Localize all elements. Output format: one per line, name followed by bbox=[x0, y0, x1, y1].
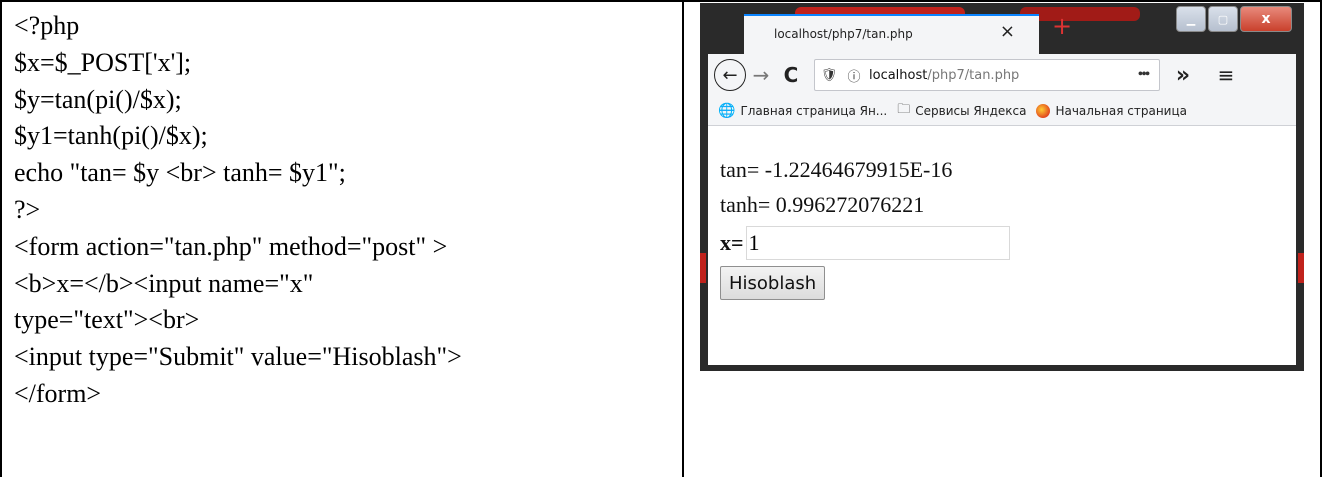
back-arrow-icon[interactable]: ← bbox=[714, 59, 746, 91]
tracking-shield-icon[interactable]: 🛡 bbox=[815, 67, 843, 83]
x-form-row: x= bbox=[720, 226, 1010, 260]
maximize-button[interactable]: ▢ bbox=[1208, 6, 1238, 32]
code-line: type="text"><br> bbox=[14, 305, 200, 335]
code-line: <input type="Submit" value="Hisoblash"> bbox=[14, 342, 462, 372]
code-line: <b>x=</b><input name="x" bbox=[14, 268, 314, 298]
code-line: <form action="tan.php" method="post" > bbox=[14, 231, 448, 261]
bookmark-start-page[interactable]: Начальная страница bbox=[1036, 103, 1187, 118]
hisoblash-button[interactable]: Hisoblash bbox=[720, 266, 826, 300]
code-line: $y1=tanh(pi()/$x); bbox=[14, 121, 208, 151]
tab-title: localhost/php7/tan.php bbox=[774, 27, 913, 41]
window-edge-decoration bbox=[1298, 253, 1304, 283]
table-border-middle bbox=[682, 0, 684, 477]
minimize-button[interactable]: ▁ bbox=[1176, 6, 1206, 32]
table-border-top bbox=[0, 0, 1322, 2]
window-edge-decoration bbox=[700, 253, 706, 283]
bookmarks-toolbar: 🌐 Главная страница Ян... 🗀 Сервисы Яндек… bbox=[708, 96, 1296, 126]
new-tab-icon[interactable]: + bbox=[1052, 14, 1072, 38]
code-line: </form> bbox=[14, 378, 102, 408]
tab-close-icon[interactable]: × bbox=[1000, 21, 1015, 42]
x-input[interactable] bbox=[745, 226, 1010, 260]
url-text[interactable]: localhost/php7/tan.php bbox=[869, 68, 1127, 83]
forward-arrow-icon[interactable]: → bbox=[746, 63, 776, 87]
page-content: tan= -1.22464679915E-16 tanh= 0.99627207… bbox=[708, 126, 1296, 365]
close-window-button[interactable]: x bbox=[1240, 6, 1292, 32]
hamburger-menu-icon[interactable]: ≡ bbox=[1206, 63, 1246, 87]
window-controls: ▁ ▢ x bbox=[1176, 6, 1296, 32]
globe-icon: 🌐 bbox=[718, 102, 736, 119]
code-line: $x=$_POST['x']; bbox=[14, 47, 192, 77]
code-line: $y=tan(pi()/$x); bbox=[14, 84, 182, 114]
table-border-left bbox=[0, 0, 2, 477]
firefox-icon bbox=[1036, 103, 1051, 118]
tanh-output: tanh= 0.996272076221 bbox=[720, 192, 925, 217]
browser-window: localhost/php7/tan.php × + ▁ ▢ x ← → C 🛡… bbox=[700, 3, 1304, 371]
bookmark-label: Сервисы Яндекса bbox=[915, 103, 1027, 118]
code-line: echo "tan= $y <br> tanh= $y1"; bbox=[14, 158, 346, 188]
php-code-listing: <?php $x=$_POST['x']; $y=tan(pi()/$x); $… bbox=[14, 8, 678, 413]
x-label: x= bbox=[720, 230, 744, 255]
site-info-icon[interactable]: ⓘ bbox=[843, 66, 865, 85]
tan-output: tan= -1.22464679915E-16 bbox=[720, 157, 953, 182]
bookmark-label: Начальная страница bbox=[1055, 103, 1187, 118]
browser-tab[interactable]: localhost/php7/tan.php × bbox=[744, 14, 1039, 54]
bookmark-label: Главная страница Ян... bbox=[740, 103, 888, 118]
url-host: localhost bbox=[869, 67, 928, 83]
page-actions-icon[interactable]: ••• bbox=[1127, 66, 1159, 84]
url-path: /php7/tan.php bbox=[927, 67, 1020, 83]
reload-icon[interactable]: C bbox=[776, 63, 806, 87]
bookmark-yandex-home[interactable]: 🌐 Главная страница Ян... bbox=[718, 103, 887, 119]
overflow-chevron-icon[interactable]: » bbox=[1160, 63, 1206, 88]
code-line: ?> bbox=[14, 194, 41, 224]
navigation-toolbar: ← → C 🛡 ⓘ localhost/php7/tan.php ••• » ≡ bbox=[708, 54, 1296, 96]
bookmark-yandex-services[interactable]: 🗀 Сервисы Яндекса bbox=[897, 100, 1026, 122]
folder-icon: 🗀 bbox=[897, 101, 911, 117]
code-line: <?php bbox=[14, 11, 80, 40]
address-bar[interactable]: 🛡 ⓘ localhost/php7/tan.php ••• bbox=[814, 59, 1160, 91]
